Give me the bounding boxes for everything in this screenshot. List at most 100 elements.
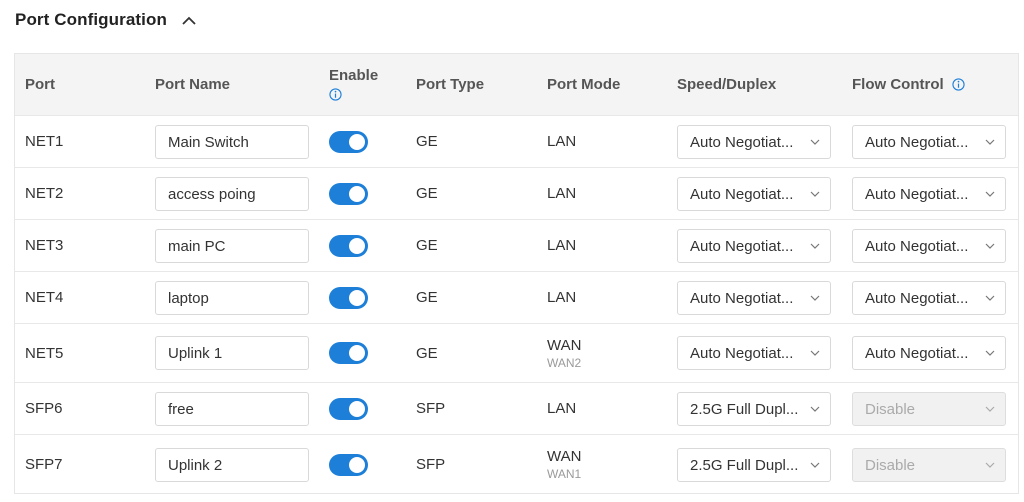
enable-toggle[interactable] [329,454,368,476]
speed-duplex-select[interactable]: Auto Negotiat... [677,336,831,370]
speed-duplex-select[interactable]: 2.5G Full Dupl... [677,448,831,482]
col-enable-label: Enable [329,67,379,84]
table-row: NET2 GE LAN Auto Negotiat... Auto Negoti… [15,167,1018,219]
port-mode-value: WAN [547,448,582,465]
port-type: GE [416,237,438,254]
port-id: SFP6 [25,400,63,417]
toggle-knob [349,238,365,254]
flow-control-select[interactable]: Auto Negotiat... [852,125,1006,159]
port-name-input[interactable] [155,177,309,211]
chevron-down-icon [810,293,820,303]
col-enable: Enable [329,54,378,115]
speed-duplex-select[interactable]: Auto Negotiat... [677,177,831,211]
chevron-down-icon [985,137,995,147]
flow-control-value: Disable [865,400,916,418]
chevron-down-icon [810,137,820,147]
port-name-input[interactable] [155,448,309,482]
chevron-down-icon [810,241,820,251]
table-row: NET3 GE LAN Auto Negotiat... Auto Negoti… [15,219,1018,271]
enable-toggle[interactable] [329,287,368,309]
info-icon[interactable] [329,88,343,102]
port-config-table: Port Port Name Enable Port Type Port Mod… [14,53,1019,494]
table-row: SFP7 SFP WAN WAN1 2.5G Full Dupl... Disa… [15,434,1018,494]
port-name-input[interactable] [155,336,309,370]
flow-control-value: Auto Negotiat... [865,237,969,255]
port-mode: WAN WAN1 [547,435,581,494]
col-speed-duplex: Speed/Duplex [677,76,777,93]
port-type: SFP [416,456,446,473]
speed-duplex-value: 2.5G Full Dupl... [690,456,799,474]
port-mode-value: LAN [547,185,577,202]
port-name-input[interactable] [155,281,309,315]
port-name-input[interactable] [155,125,309,159]
table-header: Port Port Name Enable Port Type Port Mod… [15,54,1018,115]
port-mode-value: LAN [547,289,577,306]
flow-control-select[interactable]: Auto Negotiat... [852,177,1006,211]
port-mode: LAN [547,220,576,271]
enable-toggle[interactable] [329,342,368,364]
speed-duplex-value: Auto Negotiat... [690,344,794,362]
wan-sublabel: WAN1 [547,467,582,481]
flow-control-value: Disable [865,456,916,474]
table-row: NET4 GE LAN Auto Negotiat... Auto Negoti… [15,271,1018,323]
flow-control-select[interactable]: Auto Negotiat... [852,336,1006,370]
port-id: NET3 [25,237,64,254]
col-port: Port [25,76,55,93]
col-flow-control: Flow Control [852,54,966,115]
table-row: NET5 GE WAN WAN2 Auto Negotiat... Auto N… [15,323,1018,382]
toggle-knob [349,401,365,417]
flow-control-value: Auto Negotiat... [865,344,969,362]
toggle-knob [349,290,365,306]
chevron-down-icon [810,348,820,358]
flow-control-select: Disable [852,448,1006,482]
section-title: Port Configuration [15,10,167,29]
chevron-down-icon [810,460,820,470]
enable-toggle[interactable] [329,235,368,257]
speed-duplex-select[interactable]: Auto Negotiat... [677,125,831,159]
port-type: GE [416,185,438,202]
flow-control-select[interactable]: Auto Negotiat... [852,281,1006,315]
port-id: NET1 [25,133,64,150]
chevron-down-icon [985,241,995,251]
speed-duplex-value: 2.5G Full Dupl... [690,400,799,418]
flow-control-select[interactable]: Auto Negotiat... [852,229,1006,263]
port-type: GE [416,133,438,150]
col-port-mode: Port Mode [547,76,621,93]
speed-duplex-value: Auto Negotiat... [690,289,794,307]
enable-toggle[interactable] [329,398,368,420]
chevron-down-icon [985,189,995,199]
chevron-up-icon[interactable] [179,10,199,30]
speed-duplex-value: Auto Negotiat... [690,185,794,203]
port-mode-value: WAN [547,336,582,354]
port-type: GE [416,344,438,362]
port-name-input[interactable] [155,392,309,426]
port-id: NET5 [25,344,64,362]
port-mode: LAN [547,168,576,219]
port-mode: LAN [547,383,576,434]
col-port-type: Port Type [416,76,485,93]
info-icon[interactable] [952,77,966,92]
port-mode: WAN WAN2 [547,324,581,382]
port-mode-value: LAN [547,237,577,254]
toggle-knob [349,186,365,202]
col-flow-control-label: Flow Control [852,76,944,93]
enable-toggle[interactable] [329,131,368,153]
table-row: NET1 GE LAN Auto Negotiat... Auto Negoti… [15,115,1018,167]
port-type: SFP [416,400,446,417]
table-row: SFP6 SFP LAN 2.5G Full Dupl... Disable [15,382,1018,434]
chevron-down-icon [985,348,995,358]
port-name-input[interactable] [155,229,309,263]
port-id: SFP7 [25,456,63,473]
speed-duplex-select[interactable]: 2.5G Full Dupl... [677,392,831,426]
wan-sublabel: WAN2 [547,355,582,370]
chevron-down-icon [985,404,995,414]
toggle-knob [349,345,365,361]
port-id: NET2 [25,185,64,202]
enable-toggle[interactable] [329,183,368,205]
flow-control-select: Disable [852,392,1006,426]
port-mode: LAN [547,272,576,323]
speed-duplex-select[interactable]: Auto Negotiat... [677,281,831,315]
toggle-knob [349,134,365,150]
speed-duplex-select[interactable]: Auto Negotiat... [677,229,831,263]
flow-control-value: Auto Negotiat... [865,289,969,307]
